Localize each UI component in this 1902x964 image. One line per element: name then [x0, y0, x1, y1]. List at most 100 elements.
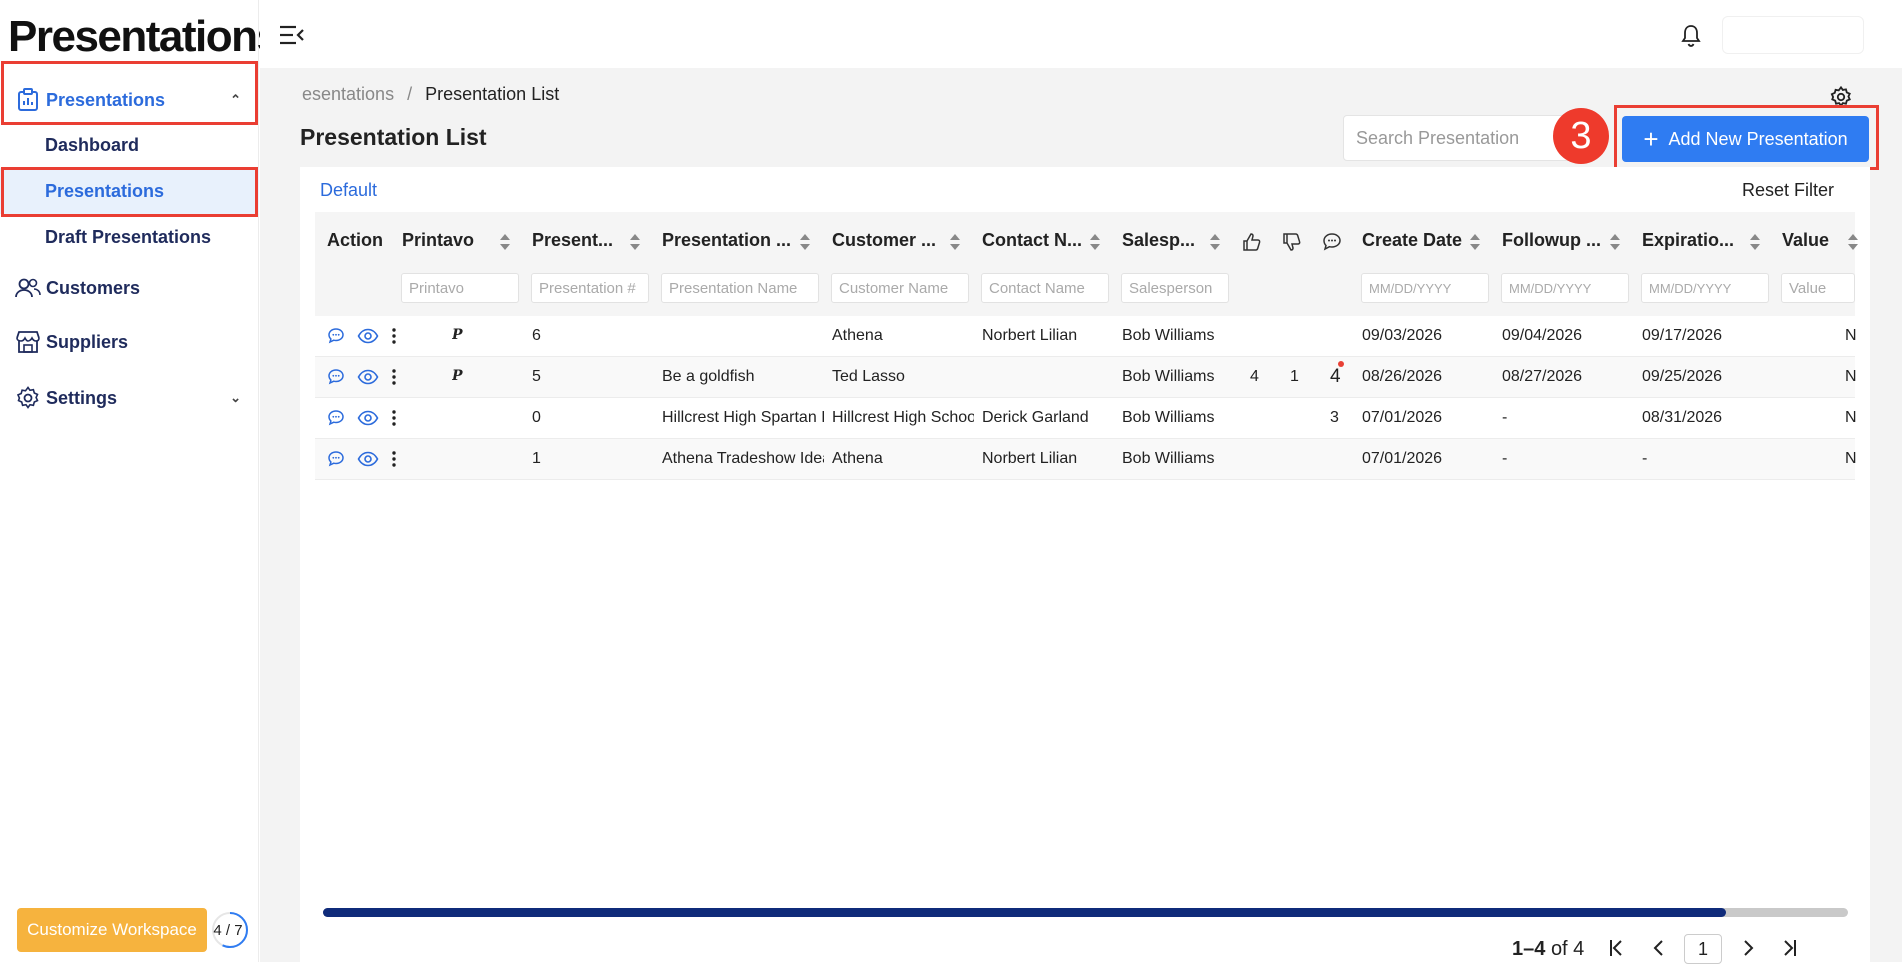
bell-icon[interactable] — [1680, 24, 1702, 48]
workspace-progress: 4 / 7 — [208, 908, 248, 952]
eye-icon[interactable] — [357, 449, 379, 469]
add-new-presentation-button[interactable]: + Add New Presentation — [1622, 116, 1869, 162]
first-page-icon[interactable] — [1604, 935, 1630, 961]
sidebar-item-draft-presentations[interactable]: Draft Presentations — [0, 214, 259, 260]
sort-icon[interactable] — [500, 231, 510, 253]
comment-icon[interactable] — [326, 408, 346, 428]
sidebar-item-dashboard[interactable]: Dashboard — [0, 122, 259, 168]
eye-icon[interactable] — [357, 367, 379, 387]
column-header-create-date[interactable]: Create Date — [1362, 230, 1462, 251]
column-header-customer[interactable]: Customer ... — [832, 230, 936, 251]
filter-printavo-input[interactable]: Printavo — [401, 273, 519, 303]
pagination-range: 1–4 — [1512, 938, 1546, 960]
create-date-cell: 07/01/2026 — [1362, 450, 1443, 467]
sort-icon[interactable] — [1210, 231, 1220, 253]
gear-icon — [14, 384, 42, 412]
sort-icon[interactable] — [1610, 231, 1620, 253]
comment-icon[interactable] — [326, 449, 346, 469]
presentation-number-cell: 5 — [532, 368, 541, 385]
presentation-number-cell: 6 — [532, 327, 541, 344]
printavo-cell[interactable]: P — [452, 368, 463, 384]
more-vertical-icon[interactable] — [390, 326, 410, 346]
value-cell: N — [1845, 368, 1857, 385]
column-header-contact[interactable]: Contact N... — [982, 230, 1082, 251]
user-menu[interactable] — [1722, 16, 1864, 54]
column-header-expiration[interactable]: Expiratio... — [1642, 230, 1734, 251]
dislikes-count-cell: 1 — [1290, 368, 1299, 385]
filter-expiration-date-input[interactable]: MM/DD/YYYY — [1641, 273, 1769, 303]
thumbs-down-icon[interactable] — [1282, 232, 1302, 252]
last-page-icon[interactable] — [1776, 935, 1802, 961]
sidebar-item-settings[interactable]: Settings ⌄ — [0, 376, 259, 420]
filter-presentation-name-input[interactable]: Presentation Name — [661, 273, 819, 303]
current-page-input[interactable]: 1 — [1684, 934, 1722, 964]
customize-workspace-button[interactable]: Customize Workspace — [17, 908, 207, 952]
users-icon — [14, 274, 42, 302]
sort-icon[interactable] — [950, 231, 960, 253]
printavo-cell[interactable]: P — [452, 327, 463, 343]
saved-view-default[interactable]: Default — [320, 180, 377, 201]
filter-value-input[interactable]: Value — [1781, 273, 1855, 303]
presentation-name-cell: Hillcrest High Spartan I — [662, 409, 824, 426]
contact-cell: Norbert Lilian — [982, 450, 1078, 467]
sidebar-item-customers[interactable]: Customers — [0, 266, 259, 310]
followup-date-cell: 09/04/2026 — [1502, 327, 1583, 344]
sort-icon[interactable] — [1090, 231, 1100, 253]
comments-icon[interactable] — [1322, 232, 1342, 252]
sort-icon[interactable] — [1470, 231, 1480, 253]
sort-icon[interactable] — [1848, 231, 1858, 253]
thumbs-up-icon[interactable] — [1242, 232, 1262, 252]
column-header-presentation-name[interactable]: Presentation ... — [662, 230, 791, 251]
filter-contact-name-input[interactable]: Contact Name — [981, 273, 1109, 303]
annotation-badge-3: 3 — [1553, 108, 1609, 164]
next-page-icon[interactable] — [1735, 935, 1761, 961]
chevron-up-icon: ⌃ — [230, 92, 241, 107]
settings-gear-icon[interactable] — [1830, 85, 1852, 108]
column-header-presentation-number[interactable]: Present... — [532, 230, 613, 251]
contact-cell: Norbert Lilian — [982, 327, 1078, 344]
more-vertical-icon[interactable] — [390, 449, 410, 469]
presentation-name-cell: Athena Tradeshow Idea — [662, 450, 824, 467]
filter-salesperson-input[interactable]: Salesperson — [1121, 273, 1229, 303]
more-vertical-icon[interactable] — [390, 367, 410, 387]
search-input[interactable]: Search Presentation — [1343, 115, 1573, 161]
salesperson-cell: Bob Williams — [1122, 409, 1215, 426]
sidebar-item-label: Customers — [46, 277, 141, 298]
filter-customer-name-input[interactable]: Customer Name — [831, 273, 969, 303]
sidebar-item-suppliers[interactable]: Suppliers — [0, 320, 259, 364]
filter-followup-date-input[interactable]: MM/DD/YYYY — [1501, 273, 1629, 303]
column-header-printavo[interactable]: Printavo — [402, 230, 474, 251]
sidebar-item-presentations[interactable]: Presentations — [0, 168, 259, 214]
breadcrumb-current: Presentation List — [425, 84, 560, 104]
salesperson-cell: Bob Williams — [1122, 327, 1215, 344]
comment-icon[interactable] — [326, 367, 346, 387]
app-title: Presentations — [8, 12, 281, 61]
column-header-action: Action — [327, 230, 383, 250]
menu-collapse-icon[interactable] — [279, 24, 305, 46]
horizontal-scrollbar[interactable] — [323, 908, 1848, 917]
expiration-date-cell: 08/31/2026 — [1642, 409, 1723, 426]
breadcrumb: esentations / Presentation List — [302, 84, 559, 105]
previous-page-icon[interactable] — [1646, 935, 1672, 961]
plus-icon: + — [1643, 124, 1659, 154]
comment-icon[interactable] — [326, 326, 346, 346]
sort-icon[interactable] — [800, 231, 810, 253]
table-row[interactable] — [315, 357, 1855, 398]
sidebar-item-label: Suppliers — [46, 331, 129, 352]
filter-create-date-input[interactable]: MM/DD/YYYY — [1361, 273, 1489, 303]
filter-presentation-number-input[interactable]: Presentation # — [531, 273, 649, 303]
sort-icon[interactable] — [1750, 231, 1760, 253]
eye-icon[interactable] — [357, 326, 379, 346]
reset-filter-button[interactable]: Reset Filter — [1742, 180, 1834, 201]
column-header-followup[interactable]: Followup ... — [1502, 230, 1601, 251]
sidebar-item-presentations-group[interactable]: Presentations ⌃ — [0, 75, 259, 125]
sort-icon[interactable] — [630, 231, 640, 253]
more-vertical-icon[interactable] — [390, 408, 410, 428]
sidebar-item-label: Presentations — [46, 89, 166, 110]
breadcrumb-parent[interactable]: esentations — [302, 84, 394, 104]
column-header-salesperson[interactable]: Salesp... — [1122, 230, 1195, 251]
column-header-value[interactable]: Value — [1782, 230, 1829, 251]
create-date-cell: 07/01/2026 — [1362, 409, 1443, 426]
scrollbar-thumb[interactable] — [323, 908, 1726, 917]
eye-icon[interactable] — [357, 408, 379, 428]
